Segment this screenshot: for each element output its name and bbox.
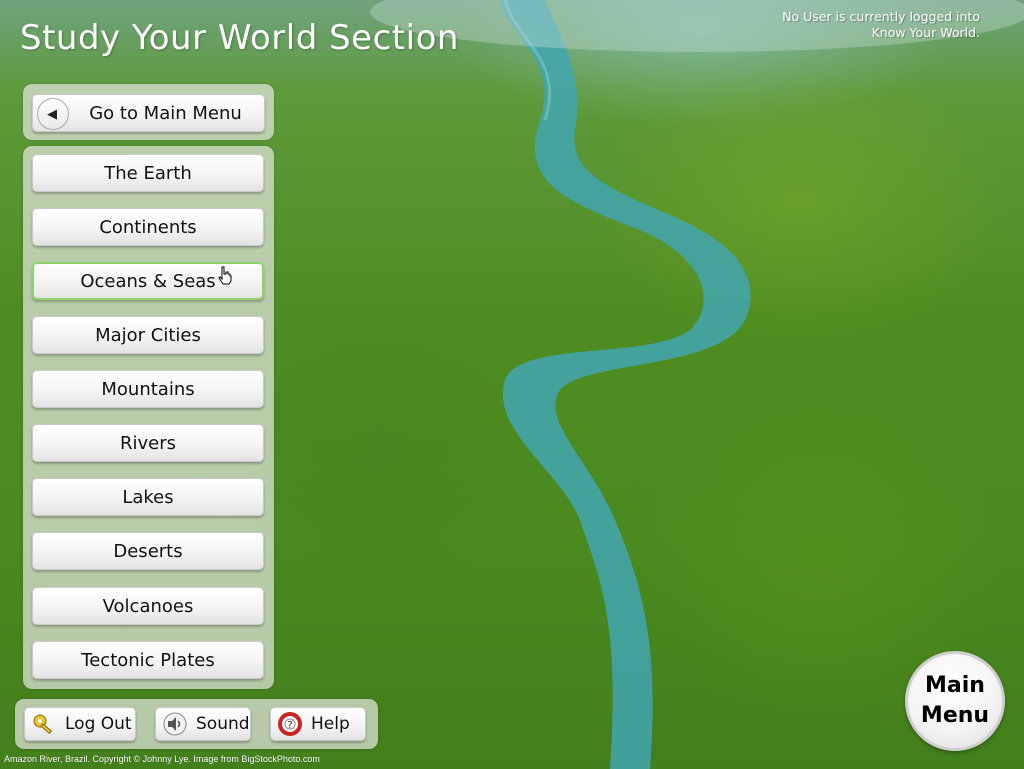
topic-deserts-button[interactable]: Deserts — [32, 532, 264, 570]
topic-label: Continents — [99, 216, 197, 238]
go-to-main-menu-label: Go to Main Menu — [89, 102, 242, 124]
topic-label: Mountains — [101, 378, 195, 400]
topic-label: Rivers — [119, 432, 176, 454]
topic-tectonic-plates-button[interactable]: Tectonic Plates — [32, 641, 264, 679]
topic-label: Volcanoes — [102, 595, 194, 617]
main-menu-line2: Menu — [920, 703, 990, 728]
speaker-icon — [162, 711, 188, 737]
topic-label: Lakes — [122, 486, 174, 508]
svg-text:?: ? — [287, 720, 292, 731]
topic-the-earth-button[interactable]: The Earth — [32, 154, 264, 192]
main-menu-panel: ◀ Go to Main Menu — [23, 84, 274, 140]
back-arrow-icon: ◀ — [37, 98, 69, 130]
sound-button[interactable]: Sound — [155, 707, 251, 741]
main-menu-line1: Main — [925, 673, 985, 698]
topic-label: Oceans & Seas — [80, 270, 216, 292]
help-button[interactable]: ? Help — [270, 707, 366, 741]
page-title: Study Your World Section — [20, 18, 459, 58]
topic-major-cities-button[interactable]: Major Cities — [32, 316, 264, 354]
log-out-label: Log Out — [65, 714, 132, 734]
topic-label: Deserts — [113, 540, 183, 562]
topic-label: Major Cities — [95, 324, 201, 346]
topic-continents-button[interactable]: Continents — [32, 208, 264, 246]
main-menu-round-button[interactable]: Main Menu — [905, 651, 1005, 751]
topic-rivers-button[interactable]: Rivers — [32, 424, 264, 462]
help-label: Help — [311, 714, 350, 734]
hand-cursor-icon — [218, 266, 232, 285]
topic-mountains-button[interactable]: Mountains — [32, 370, 264, 408]
image-credit: Amazon River, Brazil. Copyright © Johnny… — [4, 754, 320, 764]
key-icon — [31, 711, 57, 737]
login-status-text: No User is currently logged into Know Yo… — [782, 9, 980, 40]
topic-label: The Earth — [104, 162, 192, 184]
lifebuoy-icon: ? — [277, 711, 303, 737]
topic-volcanoes-button[interactable]: Volcanoes — [32, 587, 264, 625]
log-out-button[interactable]: Log Out — [24, 707, 136, 741]
topic-label: Tectonic Plates — [81, 649, 215, 671]
footer-toolbar: Log Out Sound ? Help — [15, 699, 378, 749]
topic-lakes-button[interactable]: Lakes — [32, 478, 264, 516]
go-to-main-menu-button[interactable]: ◀ Go to Main Menu — [32, 94, 265, 132]
sound-label: Sound — [196, 714, 250, 734]
topic-list-panel: The Earth Continents Oceans & Seas Major… — [23, 146, 274, 689]
